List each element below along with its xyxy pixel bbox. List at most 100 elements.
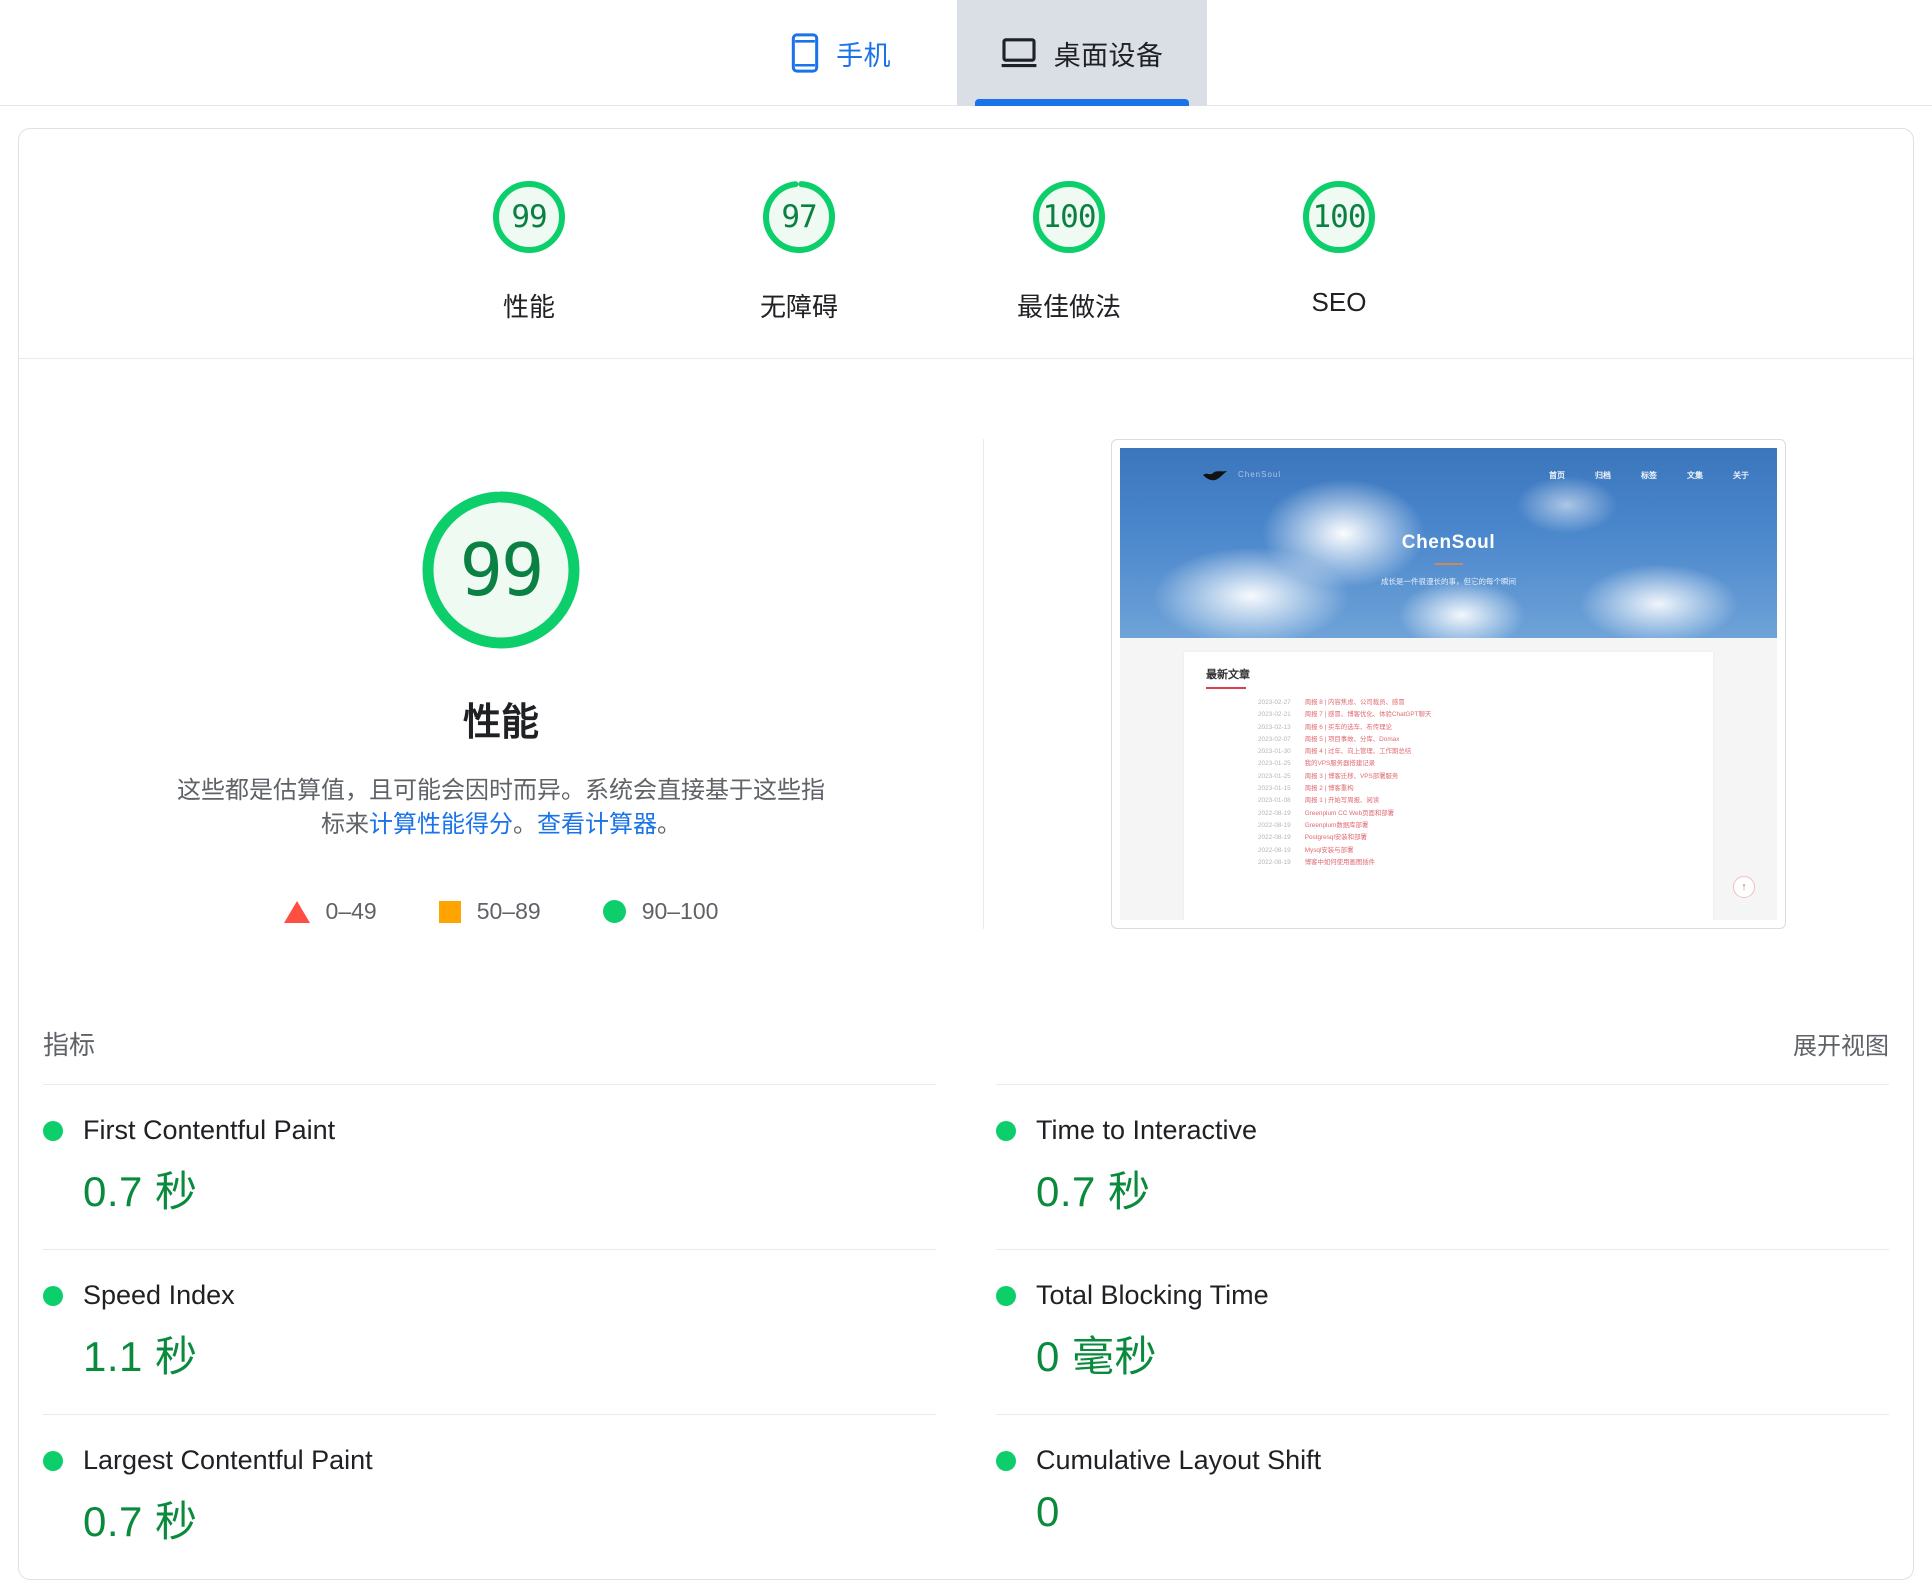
performance-summary-panel: 99 性能 这些都是估算值，且可能会因时而异。系统会直接基于这些指标来计算性能得… [19,439,984,929]
legend-item-average: 50–89 [438,898,541,925]
screenshot-post-date: 2022-08-19 [1258,846,1291,854]
metric-name: First Contentful Paint [83,1115,336,1145]
screenshot-post-row: 2023-01-25 周报 3 | 博客迁移、VPS部署服务 [1206,771,1695,783]
category-gauge-accessibility[interactable]: 97 无障碍 [719,175,879,324]
screenshot-post-title: 我的VPS服务器搭建记录 [1304,760,1376,768]
category-gauge-performance[interactable]: 99 性能 [449,175,609,324]
performance-detail: 99 性能 这些都是估算值，且可能会因时而异。系统会直接基于这些指标来计算性能得… [19,359,1913,929]
metric-head: Speed Index [43,1280,936,1311]
tab-mobile[interactable]: 手机 [725,0,957,106]
metric-name: Time to Interactive [1036,1115,1258,1145]
calculate-score-link[interactable]: 计算性能得分 [369,811,513,838]
screenshot-post-row: 2023-01-15 周报 2 | 博客重构 [1206,783,1695,795]
screenshot-post-title: Greenplum数据库部署 [1304,821,1369,829]
screenshot-post-row: 2023-01-08 周报 1 | 开始写周报、阅读 [1206,795,1695,807]
metric-value: 0.7 秒 [1036,1168,1151,1215]
screenshot-hero: ChenSoul 首页 归档 标签 文集 关于 ChenSoul 成长是一件很漫… [1120,448,1777,638]
desktop-monitor-icon [1001,37,1037,69]
screenshot-post-date: 2022-08-19 [1258,821,1291,829]
screenshot-post-date: 2023-02-07 [1258,735,1291,743]
screenshot-posts-title: 最新文章 [1206,669,1250,681]
performance-title: 性能 [462,702,539,744]
screenshot-site-subtitle: 成长是一件很漫长的事，但它的每个瞬间 [1381,577,1516,586]
screenshot-post-title: 周报 7 | 感冒、博客优化、体验ChatGPT聊天 [1304,711,1432,719]
status-circle-icon [43,1120,63,1141]
screenshot-post-row: 2023-02-27 周报 8 | 内容焦虑、公司裁员、感冒 [1206,697,1695,709]
metric-value: 1.1 秒 [83,1333,198,1380]
metrics-grid: First Contentful Paint 0.7 秒 Time to Int… [19,1084,1913,1579]
gauge-label: SEO [1311,287,1367,317]
screenshot-post-title: 周报 2 | 博客重构 [1304,785,1354,793]
legend-item-good: 90–100 [602,898,719,925]
tab-desktop[interactable]: 桌面设备 [957,0,1207,106]
tab-mobile-label: 手机 [836,40,891,71]
metric-head: First Contentful Paint [43,1115,936,1146]
screenshot-post-date: 2023-02-21 [1258,711,1291,719]
metric-value: 0.7 秒 [83,1498,198,1545]
screenshot-nav-item: 标签 [1641,471,1657,480]
tab-desktop-label: 桌面设备 [1053,40,1164,71]
square-icon [438,900,461,923]
circle-icon [602,900,626,924]
metric-name: Largest Contentful Paint [83,1445,373,1475]
metric-value: 0.7 秒 [83,1168,198,1215]
metric-largest-contentful-paint[interactable]: Largest Contentful Paint 0.7 秒 [43,1414,936,1579]
screenshot-posts-card: 最新文章 2023-02-27 周报 8 | 内容焦虑、公司裁员、感冒 2023-0… [1184,652,1713,920]
category-gauge-row: 99 性能 97 无障碍 100 最佳做法 100 SEO [19,175,1913,324]
pagespeed-report: 手机 桌面设备 99 性能 97 无障碍 100 最佳做法 100 SEO 99… [0,0,1932,1582]
metric-first-contentful-paint[interactable]: First Contentful Paint 0.7 秒 [43,1084,936,1249]
screenshot-post-date: 2023-01-30 [1258,748,1291,756]
screenshot-post-row: 2022-08-19 Greenplum CC Web页面和部署 [1206,808,1695,820]
screenshot-post-row: 2022-08-19 Greenplum数据库部署 [1206,820,1695,832]
metrics-heading: 指标 [43,1030,96,1060]
mobile-phone-icon [791,33,819,73]
status-circle-icon [996,1285,1016,1306]
arrow-up-icon[interactable]: ↑ [1733,876,1755,898]
screenshot-post-title: 周报 8 | 内容焦虑、公司裁员、感冒 [1304,699,1405,706]
performance-description: 这些都是估算值，且可能会因时而异。系统会直接基于这些指标来计算性能得分。查看计算… [171,774,831,842]
screenshot-post-title: 周报 6 | 买车的选车、布传理论 [1304,723,1392,731]
gauge-ring: 100 [1027,175,1111,259]
performance-description-sep: 。 [513,811,537,839]
expand-view-link[interactable]: 展开视图 [1793,1026,1889,1061]
screenshot-post-row: 2023-01-30 周报 4 | 过年、向上管理、工作期总结 [1206,746,1695,758]
screenshot-nav-item: 归档 [1595,471,1611,480]
gauge-ring: 100 [1297,175,1381,259]
screenshot-post-row: 2022-08-19 博客中如何使用画图插件 [1206,857,1695,869]
screenshot-post-date: 2023-02-13 [1258,723,1291,731]
screenshot-post-row: 2023-02-07 周报 5 | 项目事故、分库、Domax [1206,734,1695,746]
gauge-value: 100 [1042,199,1097,235]
metric-cumulative-layout-shift[interactable]: Cumulative Layout Shift 0 [996,1414,1889,1579]
page-screenshot-thumbnail[interactable]: ChenSoul 首页 归档 标签 文集 关于 ChenSoul 成长是一件很漫… [1111,439,1786,929]
metric-head: Total Blocking Time [996,1280,1889,1311]
screenshot-post-date: 2023-02-27 [1258,699,1291,706]
metric-time-to-interactive[interactable]: Time to Interactive 0.7 秒 [996,1084,1889,1249]
metric-value: 0 [1036,1488,1060,1535]
screenshot-panel: ChenSoul 首页 归档 标签 文集 关于 ChenSoul 成长是一件很漫… [984,439,1913,929]
category-summary: 99 性能 97 无障碍 100 最佳做法 100 SEO [19,129,1913,359]
screenshot-post-title: Greenplum CC Web页面和部署 [1304,809,1395,817]
legend-label-good: 90–100 [641,898,719,925]
bird-icon [1203,471,1227,481]
category-gauge-seo[interactable]: 100 SEO [1259,175,1419,324]
screenshot-post-row: 2023-01-25 我的VPS服务器搭建记录 [1206,758,1695,770]
view-calculator-link[interactable]: 查看计算器 [537,811,657,838]
performance-gauge-value: 99 [459,528,545,612]
legend-item-poor: 0–49 [283,898,377,925]
screenshot-post-title: Postgresql安装和部署 [1304,834,1367,842]
gauge-value: 99 [511,199,547,235]
metric-total-blocking-time[interactable]: Total Blocking Time 0 毫秒 [996,1249,1889,1414]
screenshot-site-title: ChenSoul [1401,532,1496,553]
screenshot-nav-item: 关于 [1733,471,1749,480]
status-circle-icon [43,1285,63,1306]
metric-head: Time to Interactive [996,1115,1889,1146]
gauge-label: 无障碍 [759,292,838,322]
screenshot-nav-item: 首页 [1549,471,1565,480]
screenshot-posts-section: 最新文章 2023-02-27 周报 8 | 内容焦虑、公司裁员、感冒 2023-0… [1120,638,1777,920]
screenshot-post-date: 2022-08-19 [1258,858,1291,866]
screenshot-post-title: 周报 5 | 项目事故、分库、Domax [1304,735,1400,743]
gauge-ring: 97 [757,175,841,259]
screenshot-site-logo: ChenSoul [1238,470,1282,479]
metric-speed-index[interactable]: Speed Index 1.1 秒 [43,1249,936,1414]
category-gauge-best-practices[interactable]: 100 最佳做法 [989,175,1149,324]
